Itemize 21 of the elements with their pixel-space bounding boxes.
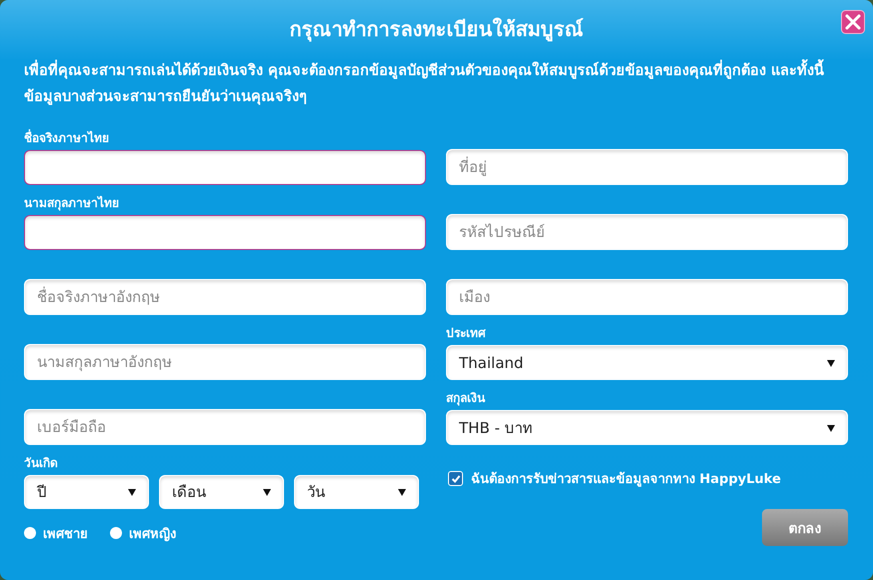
dropdown[interactable]: เดือน: [159, 475, 284, 509]
field-label: ประเทศ: [446, 325, 487, 342]
caret-icon: [827, 424, 835, 432]
caret-icon: [128, 488, 136, 496]
field-label: วันเกิด: [24, 455, 59, 472]
description-text: เพื่อที่คุณจะสามารถเล่นได้ด้วยเงินจริง คุณจะต้องกรอกข้อมูลบัญชีส่วนตัวของคุณให้สมบูรณ์ด้วยข้อมูลของคุณที่ถูกต้อง และทั้งนี้ ข้อมูลบางส่วนจะสามารถยืนยันว่าเนคุณจริงๆ: [24, 58, 849, 128]
field-label: ชื่อจริงภาษาไทย: [24, 128, 110, 147]
caret-icon: [398, 488, 406, 496]
close-icon[interactable]: [841, 10, 865, 34]
dropdown[interactable]: Thailand: [446, 345, 848, 380]
field-label: นามสกุลภาษาไทย: [24, 194, 120, 212]
dropdown[interactable]: THB - บาท: [446, 410, 848, 445]
dialog-title: กรุณาทำการลงทะเบียนให้สมบูรณ์: [290, 16, 584, 44]
dropdown[interactable]: ปี: [24, 475, 149, 509]
checkmark-icon: [450, 474, 460, 484]
input-field[interactable]: [24, 150, 426, 185]
caret-icon: [827, 358, 835, 366]
field-label: สกุลเงิน: [446, 390, 486, 407]
caret-icon: [263, 488, 271, 496]
input-field[interactable]: [24, 215, 426, 250]
dropdown[interactable]: วัน: [294, 475, 419, 509]
